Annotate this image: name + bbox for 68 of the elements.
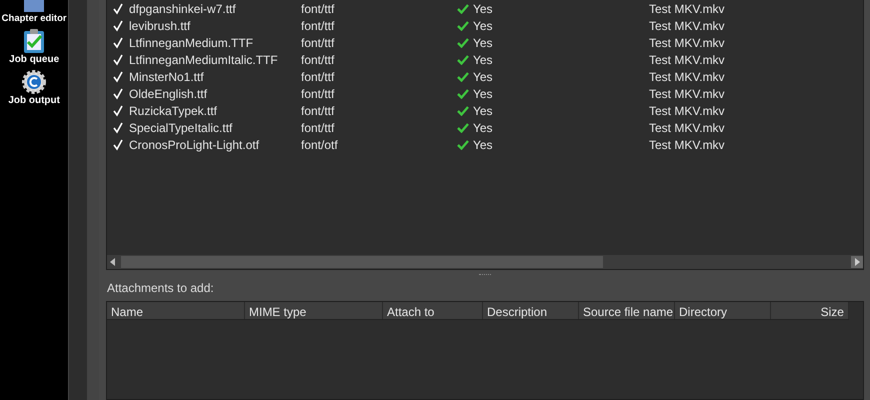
column-header[interactable]: Description (482, 302, 579, 319)
table-cell-text: OldeEnglish.ttf (128, 86, 208, 102)
checkmark-icon (456, 4, 469, 14)
table-cell: Test MKV.mkv (648, 70, 725, 84)
table-cell-text: font/ttf (300, 86, 336, 102)
table-cell-text: LtfinneganMedium.TTF (128, 34, 254, 52)
table-cell-text: Yes (472, 34, 493, 52)
table-cell-text: LtfinneganMediumItalic.TTF (128, 52, 278, 68)
table-cell: Test MKV.mkv (648, 104, 725, 118)
table-cell-text: SpecialTypeItalic.ttf (128, 120, 232, 136)
sidebar-label[interactable]: Job output (8, 95, 60, 106)
table-cell: Test MKV.mkv (648, 86, 725, 100)
column-header[interactable]: Name (106, 302, 245, 319)
checkmark-icon (456, 88, 469, 98)
table-cell-text: Yes (472, 102, 493, 120)
table-cell-text: CronosProLight-Light.otf (128, 136, 260, 154)
checkbox[interactable] (112, 138, 124, 150)
table-cell-text: levibrush.ttf (128, 18, 190, 34)
table-cell-text: Yes (472, 18, 493, 34)
table-cell-text: Yes (472, 68, 493, 86)
table-cell-text: font/ttf (300, 18, 336, 34)
table-cell: Test MKV.mkv (648, 138, 725, 152)
table-cell-text: RuzickaTypek.ttf (128, 102, 218, 120)
table-cell-text: font/ttf (300, 52, 336, 68)
checkbox[interactable] (112, 88, 124, 100)
column-header[interactable]: MIME type (244, 302, 383, 319)
checkbox[interactable] (112, 54, 124, 66)
table-cell: Test MKV.mkv (648, 2, 725, 16)
table-cell: Test MKV.mkv (648, 52, 725, 66)
table-cell: Test MKV.mkv (648, 18, 725, 32)
table-cell-text: font/ttf (300, 0, 336, 18)
checkmark-icon (456, 38, 469, 48)
table-cell-text: MinsterNo1.ttf (128, 68, 204, 86)
column-header[interactable]: Source file name (578, 302, 675, 319)
table-cell-text: font/ttf (300, 34, 336, 52)
table-cell-text: dfpganshinkei-w7.ttf (128, 0, 236, 18)
checkmark-icon (456, 20, 469, 30)
table-cell-text: Yes (472, 86, 493, 102)
checkmark-icon (456, 72, 469, 82)
table-cell-text: font/ttf (300, 102, 336, 120)
checkmark-icon (456, 140, 469, 150)
column-header[interactable]: Directory (674, 302, 771, 319)
column-header[interactable]: Attach to (382, 302, 483, 319)
table-cell-text: Yes (472, 0, 493, 18)
table-cell-text: font/otf (300, 136, 339, 154)
checkbox[interactable] (112, 70, 124, 82)
table-cell-text: Yes (472, 136, 493, 154)
checkbox[interactable] (112, 104, 124, 116)
column-header[interactable]: Size (770, 302, 849, 319)
checkbox[interactable] (112, 2, 124, 14)
splitter-handle[interactable] (478, 274, 491, 276)
table-cell: Test MKV.mkv (648, 120, 725, 134)
table-cell-text: font/ttf (300, 68, 336, 86)
checkbox[interactable] (112, 36, 124, 48)
table-cell-text: Yes (472, 120, 493, 136)
table-cell: Test MKV.mkv (648, 36, 725, 50)
checkbox[interactable] (112, 20, 124, 32)
gear-icon[interactable] (21, 69, 48, 96)
sidebar-label[interactable]: Chapter editor (2, 14, 67, 24)
scrollbar-thumb[interactable] (120, 256, 603, 268)
table-cell-text: Yes (472, 52, 493, 68)
checkmark-icon (456, 54, 469, 64)
checkbox[interactable] (112, 122, 124, 134)
sidebar-label[interactable]: Job queue (9, 54, 60, 66)
checkmark-icon (456, 106, 469, 116)
checkmark-icon (456, 122, 469, 132)
section-label: Attachments to add: (106, 280, 215, 297)
table-cell-text: font/ttf (300, 120, 336, 136)
